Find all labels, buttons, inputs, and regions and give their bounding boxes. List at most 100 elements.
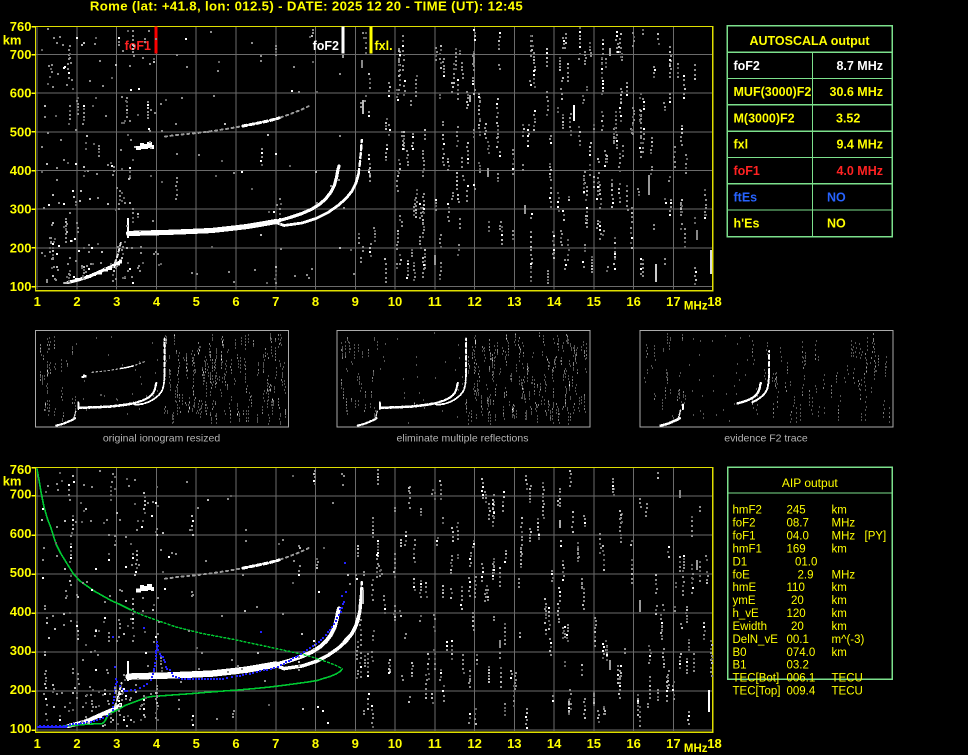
svg-text:[PY]: [PY] (865, 531, 887, 543)
svg-text:10: 10 (388, 294, 402, 309)
svg-text:MHz: MHz (832, 518, 856, 530)
svg-text:foF2: foF2 (733, 518, 756, 530)
svg-text:400: 400 (10, 163, 32, 178)
svg-text:7: 7 (272, 294, 279, 309)
svg-text:3: 3 (113, 736, 120, 751)
svg-text:original ionogram resized: original ionogram resized (103, 433, 220, 445)
svg-text:AUTOSCALA output: AUTOSCALA output (749, 34, 870, 48)
svg-text:4: 4 (153, 294, 161, 309)
svg-text:DelN_vE: DelN_vE (733, 634, 779, 646)
svg-text:500: 500 (10, 124, 32, 139)
svg-text:foE: foE (733, 569, 751, 581)
svg-text:9: 9 (352, 294, 359, 309)
svg-text:D1: D1 (733, 556, 748, 568)
svg-text:km: km (832, 544, 847, 556)
svg-text:km: km (832, 621, 847, 633)
svg-text:ymE: ymE (733, 595, 756, 607)
svg-text:MHz: MHz (832, 569, 856, 581)
svg-text:B0: B0 (733, 647, 747, 659)
svg-text:16: 16 (626, 736, 640, 751)
svg-text:600: 600 (10, 526, 32, 541)
svg-text:5: 5 (193, 736, 200, 751)
svg-text:9.4 MHz: 9.4 MHz (836, 138, 883, 152)
svg-text:hmF1: hmF1 (733, 544, 762, 556)
svg-text:5: 5 (193, 294, 200, 309)
svg-text:13: 13 (507, 294, 521, 309)
svg-text:074.0: 074.0 (787, 647, 816, 659)
svg-text:600: 600 (10, 86, 32, 101)
svg-text:TECU: TECU (832, 673, 863, 685)
svg-text:169: 169 (787, 544, 806, 556)
svg-text:100: 100 (10, 721, 32, 736)
svg-text:300: 300 (10, 202, 32, 217)
svg-text:B1: B1 (733, 660, 747, 672)
svg-text:TEC[Top]: TEC[Top] (733, 686, 781, 698)
svg-text:m^(-3): m^(-3) (832, 634, 865, 646)
svg-text:MHz: MHz (684, 300, 708, 312)
svg-text:foF2: foF2 (734, 59, 760, 73)
svg-text:8: 8 (312, 294, 319, 309)
svg-text:200: 200 (10, 682, 32, 697)
svg-text:04.0: 04.0 (787, 531, 809, 543)
svg-text:4: 4 (153, 736, 161, 751)
svg-text:08.7: 08.7 (787, 518, 809, 530)
svg-text:1: 1 (34, 294, 41, 309)
svg-text:009.4: 009.4 (787, 686, 816, 698)
svg-text:14: 14 (547, 736, 562, 751)
svg-text:18: 18 (707, 736, 721, 751)
svg-text:foF2: foF2 (313, 39, 339, 53)
svg-text:9: 9 (352, 736, 359, 751)
svg-text:700: 700 (10, 487, 32, 502)
svg-text:17: 17 (666, 294, 680, 309)
svg-text:h_vE: h_vE (733, 608, 760, 620)
svg-text:3.52: 3.52 (836, 112, 860, 126)
svg-text:12: 12 (467, 736, 481, 751)
svg-text:18: 18 (707, 294, 721, 309)
svg-text:km: km (3, 33, 22, 48)
svg-text:TEC[Bot]: TEC[Bot] (733, 673, 780, 685)
svg-text:11: 11 (428, 294, 442, 309)
svg-text:11: 11 (428, 736, 442, 751)
svg-text:700: 700 (10, 47, 32, 62)
svg-text:NO: NO (827, 217, 846, 231)
svg-text:km: km (832, 608, 847, 620)
svg-text:eliminate multiple reflections: eliminate multiple reflections (397, 433, 529, 445)
svg-text:hmE: hmE (733, 582, 757, 594)
svg-text:3: 3 (113, 294, 120, 309)
svg-text:17: 17 (666, 736, 680, 751)
svg-text:245: 245 (787, 505, 806, 517)
svg-text:01.0: 01.0 (795, 556, 817, 568)
svg-text:km: km (832, 647, 847, 659)
svg-text:110: 110 (787, 582, 805, 594)
svg-text:00.1: 00.1 (787, 634, 809, 646)
svg-text:6: 6 (232, 294, 239, 309)
svg-text:foF1: foF1 (125, 39, 151, 53)
svg-text:evidence F2 trace: evidence F2 trace (724, 433, 808, 445)
svg-text:20: 20 (791, 621, 804, 633)
svg-text:30.6 MHz: 30.6 MHz (830, 85, 884, 99)
svg-text:Rome (lat: +41.8, lon: 012.5): Rome (lat: +41.8, lon: 012.5) - DATE: 20… (90, 0, 523, 14)
svg-text:Ewidth: Ewidth (733, 621, 768, 633)
svg-text:MHz: MHz (684, 743, 708, 755)
svg-text:13: 13 (507, 736, 521, 751)
svg-text:300: 300 (10, 643, 32, 658)
svg-text:120: 120 (787, 608, 806, 620)
svg-text:TECU: TECU (832, 686, 863, 698)
svg-text:006.1: 006.1 (787, 673, 816, 685)
svg-text:M(3000)F2: M(3000)F2 (734, 112, 795, 126)
svg-text:fxl.: fxl. (375, 39, 393, 53)
svg-text:2: 2 (73, 294, 80, 309)
svg-text:foF1: foF1 (734, 164, 760, 178)
svg-text:h'Es: h'Es (734, 217, 760, 231)
svg-text:4.0 MHz: 4.0 MHz (836, 164, 883, 178)
svg-text:03.2: 03.2 (787, 660, 809, 672)
svg-text:6: 6 (232, 736, 239, 751)
svg-text:MHz: MHz (832, 531, 856, 543)
svg-text:15: 15 (587, 736, 601, 751)
svg-text:14: 14 (547, 294, 562, 309)
svg-text:100: 100 (10, 279, 32, 294)
svg-text:8: 8 (312, 736, 319, 751)
svg-text:ftEs: ftEs (734, 190, 758, 204)
svg-text:400: 400 (10, 604, 32, 619)
svg-text:hmF2: hmF2 (733, 505, 762, 517)
